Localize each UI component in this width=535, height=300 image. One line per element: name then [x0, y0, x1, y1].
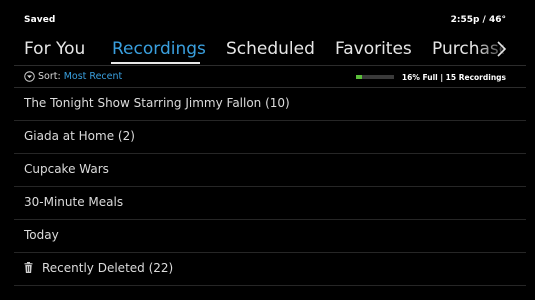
list-item[interactable]: The Tonight Show Starring Jimmy Fallon (…: [14, 88, 526, 121]
top-status-bar: Saved 2:55p / 46°: [0, 0, 535, 36]
tab-for-you[interactable]: For You: [24, 39, 85, 59]
list-item-label: The Tonight Show Starring Jimmy Fallon (…: [24, 96, 290, 110]
sort-value: Most Recent: [63, 70, 123, 82]
list-item-recently-deleted[interactable]: Recently Deleted (22): [14, 253, 526, 286]
sort-label: Sort:: [38, 70, 61, 82]
list-item-label: Today: [24, 228, 59, 242]
list-item[interactable]: Today: [14, 220, 526, 253]
storage-bar-fill: [355, 75, 362, 79]
list-item-label: Giada at Home (2): [24, 129, 135, 143]
time-weather-readout: 2:55p / 46°: [450, 15, 506, 25]
list-item[interactable]: Cupcake Wars: [14, 154, 526, 187]
sort-dropdown[interactable]: Sort: Most Recent: [24, 69, 122, 83]
trash-icon: [24, 262, 33, 273]
list-item-label: 30-Minute Meals: [24, 195, 124, 209]
tab-scheduled[interactable]: Scheduled: [226, 39, 315, 59]
chevron-right-icon[interactable]: [494, 40, 508, 58]
list-item[interactable]: Giada at Home (2): [14, 121, 526, 154]
list-item[interactable]: 30-Minute Meals: [14, 187, 526, 220]
sort-row: Sort: Most Recent 16% Full | 15 Recordin…: [14, 66, 526, 86]
tab-recordings[interactable]: Recordings: [112, 39, 206, 59]
storage-text: 16% Full | 15 Recordings: [401, 72, 506, 82]
tab-favorites[interactable]: Favorites: [335, 39, 412, 59]
active-tab-indicator: [111, 62, 200, 64]
storage-bar: [355, 75, 394, 79]
list-item-label: Recently Deleted (22): [42, 261, 174, 275]
recordings-list: The Tonight Show Starring Jimmy Fallon (…: [14, 88, 526, 286]
category-tabs: For You Recordings Scheduled Favorites P…: [0, 36, 535, 64]
chevron-down-circle-icon: [24, 70, 35, 82]
storage-indicator: 16% Full | 15 Recordings: [355, 70, 506, 84]
page-title: Saved: [24, 15, 56, 25]
list-item-label: Cupcake Wars: [24, 162, 109, 176]
